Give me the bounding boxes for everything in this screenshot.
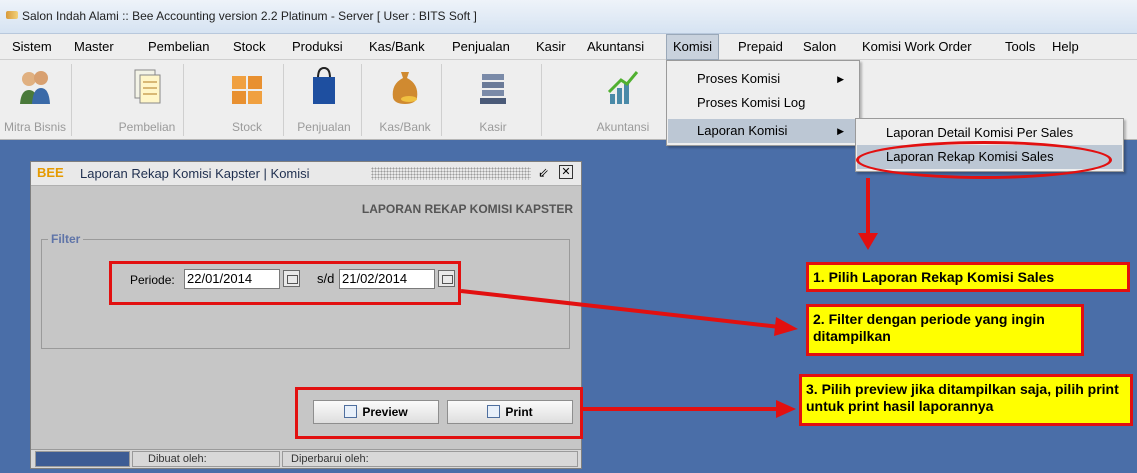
note-step2: 2. Filter dengan periode yang ingin dita… <box>806 304 1084 356</box>
note-step1: 1. Pilih Laporan Rekap Komisi Sales <box>806 262 1130 292</box>
note-step3: 3. Pilih preview jika ditampilkan saja, … <box>799 374 1133 426</box>
